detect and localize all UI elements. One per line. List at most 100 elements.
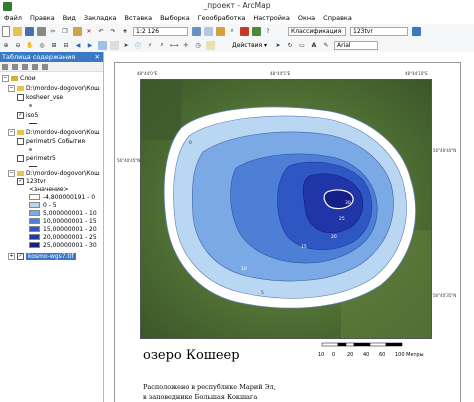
collapse-icon[interactable]: −: [2, 74, 9, 82]
editor-icon[interactable]: [191, 26, 201, 36]
delete-icon[interactable]: ✕: [85, 27, 94, 36]
layer-combo[interactable]: 123tvr: [350, 26, 408, 36]
arctoolbox-icon[interactable]: [239, 26, 249, 36]
cut-icon[interactable]: ✂: [49, 27, 58, 36]
back-icon[interactable]: ◀: [74, 41, 83, 50]
list-by-selection-icon[interactable]: [32, 63, 38, 70]
scale-label: 60: [379, 352, 386, 358]
copy-icon[interactable]: ❐: [61, 27, 70, 36]
classification-combo[interactable]: Классификация: [288, 26, 346, 36]
undo-icon[interactable]: ↶: [97, 27, 106, 36]
legend-item[interactable]: 0 - 5: [29, 201, 57, 209]
catalog-icon[interactable]: [215, 26, 225, 36]
list-by-source-icon[interactable]: [12, 63, 18, 70]
map-description-line-1[interactable]: Расположено в республике Марий Эл,: [143, 383, 276, 391]
layer-visibility-checkbox[interactable]: ✓: [17, 252, 24, 260]
legend-item[interactable]: 10,00000001 - 15: [29, 217, 97, 225]
close-icon[interactable]: ✕: [95, 52, 103, 62]
fixed-zoom-in-icon[interactable]: ⊞: [50, 41, 59, 50]
menu-geoprocessing[interactable]: Геообработка: [194, 14, 250, 22]
zoom-in-icon[interactable]: ⊕: [2, 41, 11, 50]
scale-combo[interactable]: 1:2 126: [133, 26, 188, 36]
list-by-visibility-icon[interactable]: [22, 63, 28, 70]
toc-layer-perimetr5-events[interactable]: perimetr5 События: [17, 137, 85, 145]
legend-item[interactable]: 25,00000001 - 30: [29, 241, 97, 249]
select-elements-icon[interactable]: ➤: [122, 41, 131, 50]
legend-item[interactable]: -4,800000191 - 0: [29, 193, 95, 201]
help-icon[interactable]: ?: [264, 27, 273, 36]
layer-visibility-checkbox[interactable]: [17, 93, 24, 101]
menu-edit[interactable]: Правка: [26, 14, 59, 22]
toc-layer-raster[interactable]: + ✓ kosmo-wgs7.tif: [8, 252, 76, 260]
collapse-icon[interactable]: −: [8, 128, 15, 136]
layer-visibility-checkbox[interactable]: ✓: [17, 177, 24, 185]
full-extent-icon[interactable]: ◎: [38, 41, 47, 50]
toc-group-1[interactable]: − D:\mordov-dogovor\Кош: [8, 84, 100, 92]
map-title[interactable]: озеро Кошеер: [143, 348, 240, 363]
menu-bookmarks[interactable]: Закладка: [80, 14, 121, 22]
time-slider-icon[interactable]: ◷: [194, 41, 203, 50]
menu-file[interactable]: Файл: [0, 14, 26, 22]
clear-selection-icon[interactable]: [109, 40, 119, 50]
hyperlink-icon[interactable]: ⚡: [146, 41, 155, 50]
pan-icon[interactable]: ✋: [26, 41, 35, 50]
redo-icon[interactable]: ↷: [109, 27, 118, 36]
legend-item[interactable]: 20,00000001 - 25: [29, 233, 97, 241]
html-popup-icon[interactable]: [205, 40, 215, 50]
collapse-icon[interactable]: −: [8, 169, 15, 177]
edit-vertices-icon[interactable]: ✎: [322, 41, 331, 50]
go-to-xy-icon[interactable]: ✛: [182, 41, 191, 50]
map-frame[interactable]: 0 5 10 15 20 25 30: [140, 79, 432, 339]
new-icon[interactable]: [1, 25, 10, 37]
toc-layer-123tvr[interactable]: ✓ 123tvr: [17, 177, 46, 185]
forward-icon[interactable]: ▶: [86, 41, 95, 50]
text-icon[interactable]: A: [310, 41, 319, 50]
table-icon[interactable]: [203, 26, 213, 36]
menu-insert[interactable]: Вставка: [121, 14, 157, 22]
python-icon[interactable]: [251, 26, 261, 36]
menu-windows[interactable]: Окна: [294, 14, 319, 22]
zoom-out-icon[interactable]: ⊖: [14, 41, 23, 50]
fixed-zoom-out-icon[interactable]: ⊟: [62, 41, 71, 50]
scale-label: 20: [347, 352, 354, 358]
paste-icon[interactable]: [72, 26, 82, 36]
toc-group-3[interactable]: − D:\mordov-dogovor\Кош: [8, 169, 100, 177]
menu-help[interactable]: Справка: [319, 14, 356, 22]
legend-label: 25,00000001 - 30: [43, 241, 97, 249]
toc-layer-perimetr5[interactable]: perimetr5: [17, 154, 56, 162]
layer-visibility-checkbox[interactable]: ✓: [17, 111, 24, 119]
toc-group-2[interactable]: − D:\mordov-dogovor\Кош: [8, 128, 100, 136]
legend-item[interactable]: 5,000000001 - 10: [29, 209, 97, 217]
print-icon[interactable]: [36, 26, 46, 36]
list-by-drawing-order-icon[interactable]: [2, 63, 8, 70]
select-features-icon[interactable]: [97, 40, 107, 50]
find-icon[interactable]: ⌕: [158, 41, 167, 50]
layer-visibility-checkbox[interactable]: [17, 137, 24, 145]
toc-layer-kosheer-vse[interactable]: kosheer_vse: [17, 93, 63, 101]
save-icon[interactable]: [24, 26, 34, 36]
layer-visibility-checkbox[interactable]: [17, 154, 24, 162]
legend-item[interactable]: 15,00000001 - 20: [29, 225, 97, 233]
menu-selection[interactable]: Выборка: [156, 14, 194, 22]
add-data-icon[interactable]: +: [121, 27, 130, 36]
rotate-icon[interactable]: ↻: [286, 41, 295, 50]
options-icon[interactable]: [42, 63, 48, 70]
rectangle-icon[interactable]: ▭: [298, 41, 307, 50]
menu-customize[interactable]: Настройка: [249, 14, 293, 22]
search-icon[interactable]: ⌕: [228, 27, 237, 36]
identify-icon[interactable]: ⓘ: [134, 41, 143, 50]
toc-layer-iso5[interactable]: ✓ iso5: [17, 111, 38, 119]
toc-layers-root[interactable]: − Слои: [2, 74, 36, 82]
measure-icon[interactable]: ⟷: [170, 41, 179, 50]
collapse-icon[interactable]: −: [8, 84, 15, 92]
layout-view[interactable]: 48°44'0"E 48°44'5"E 48°44'10"E 56°40'45"…: [104, 52, 474, 402]
window-title: _проект - ArcMap: [203, 1, 271, 10]
font-combo[interactable]: Arial: [334, 40, 378, 50]
draw-pointer-icon[interactable]: ➤: [274, 41, 283, 50]
expand-icon[interactable]: +: [8, 252, 15, 260]
actions-menu[interactable]: Действия ▾: [230, 41, 270, 50]
menu-view[interactable]: Вид: [59, 14, 80, 22]
classify-icon[interactable]: [411, 26, 421, 36]
map-description-line-2[interactable]: в заповеднике Большая Кокшага: [143, 393, 257, 401]
open-icon[interactable]: [12, 26, 22, 36]
